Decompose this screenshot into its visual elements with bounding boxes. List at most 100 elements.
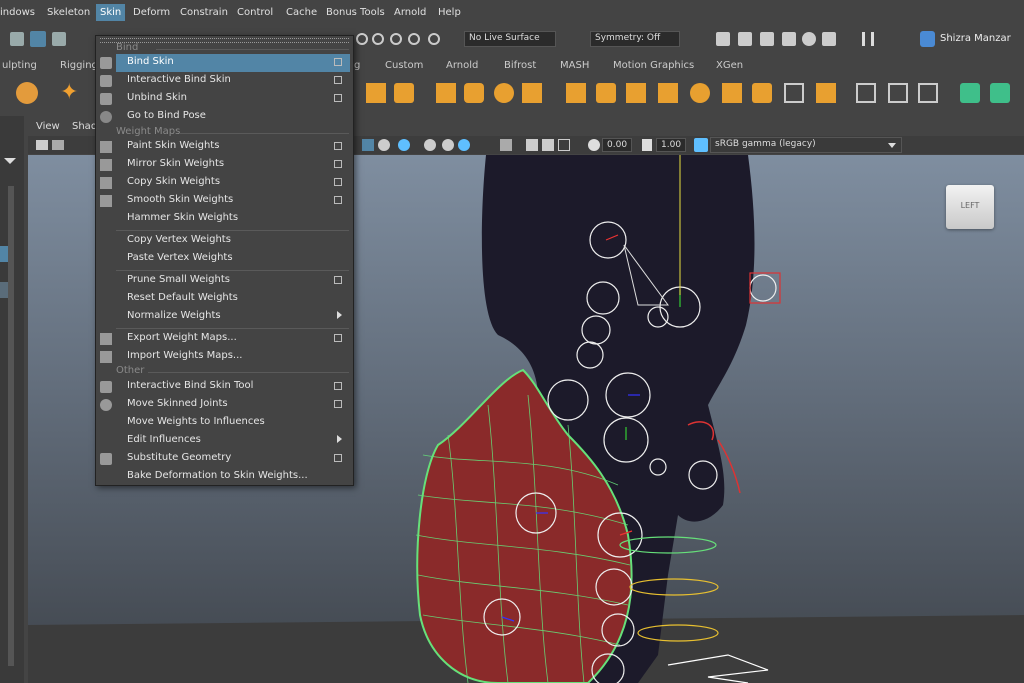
menu-item-unbind-skin[interactable]: Unbind Skin xyxy=(100,90,350,108)
pause-icon[interactable] xyxy=(862,32,874,46)
grid-icon[interactable] xyxy=(500,139,512,151)
gamma-icon[interactable] xyxy=(642,139,652,151)
tool-selected-marker[interactable] xyxy=(0,246,8,262)
render-view-icon[interactable] xyxy=(822,32,836,46)
menu-item-move-weights-to-influences[interactable]: Move Weights to Influences xyxy=(116,414,350,432)
menu-item-interactive-bind-skin-tool[interactable]: Interactive Bind Skin Tool xyxy=(100,378,350,396)
view-cube[interactable]: LEFT xyxy=(946,185,994,229)
snap-curve-icon[interactable] xyxy=(372,33,384,45)
hypershade-icon[interactable] xyxy=(802,32,816,46)
option-box-icon[interactable] xyxy=(334,160,342,168)
shelf-star-icon[interactable]: ✦ xyxy=(60,82,82,104)
shelf-ik-icon[interactable] xyxy=(394,83,414,103)
option-box-icon[interactable] xyxy=(334,454,342,462)
gate-mask-icon[interactable] xyxy=(558,139,570,151)
isolate-icon[interactable] xyxy=(424,139,436,151)
select-object-icon[interactable] xyxy=(30,31,46,47)
menu-item-copy-vertex-weights[interactable]: Copy Vertex Weights xyxy=(116,232,350,250)
menu-deform[interactable]: Deform xyxy=(133,7,170,18)
option-box-icon[interactable] xyxy=(334,276,342,284)
shelf-tab-custom[interactable]: Custom xyxy=(385,60,423,71)
snap-surface-icon[interactable] xyxy=(428,33,440,45)
menu-windows[interactable]: indows xyxy=(0,7,35,18)
option-box-icon[interactable] xyxy=(334,58,342,66)
lighting-icon[interactable] xyxy=(398,139,410,151)
shelf-tab-bifrost[interactable]: Bifrost xyxy=(504,60,536,71)
menu-item-bind-skin[interactable]: Bind Skin xyxy=(100,54,350,72)
menu-item-smooth-skin-weights[interactable]: Smooth Skin Weights xyxy=(100,192,350,210)
menu-item-paint-skin-weights[interactable]: Paint Skin Weights xyxy=(100,138,350,156)
ambient-occlusion-icon[interactable] xyxy=(458,139,470,151)
snap-view-icon[interactable] xyxy=(408,33,420,45)
user-name[interactable]: Shizra Manzar xyxy=(940,33,1011,44)
menu-skin[interactable]: Skin xyxy=(96,4,126,21)
select-component-icon[interactable] xyxy=(52,32,66,46)
tool-marker[interactable] xyxy=(0,282,8,298)
menu-item-export-weight-maps[interactable]: Export Weight Maps... xyxy=(100,330,350,348)
exposure-icon[interactable] xyxy=(588,139,600,151)
menu-control[interactable]: Control xyxy=(237,7,273,18)
menu-item-bake-deformation[interactable]: Bake Deformation to Skin Weights... xyxy=(116,468,350,486)
tool-dropdown-icon[interactable] xyxy=(4,158,16,164)
menu-bonus-tools[interactable]: Bonus Tools xyxy=(326,7,385,18)
shelf-orient-icon[interactable] xyxy=(596,83,616,103)
ipr-render-icon[interactable] xyxy=(760,32,774,46)
shelf-tab-arnold[interactable]: Arnold xyxy=(446,60,478,71)
shelf-wrap-icon[interactable] xyxy=(816,83,836,103)
shadow-icon[interactable] xyxy=(442,139,454,151)
menu-item-prune-small-weights[interactable]: Prune Small Weights xyxy=(116,272,350,290)
option-box-icon[interactable] xyxy=(334,400,342,408)
shelf-tab-xgen[interactable]: XGen xyxy=(716,60,743,71)
color-management-icon[interactable] xyxy=(694,138,708,152)
menu-item-interactive-bind-skin[interactable]: Interactive Bind Skin xyxy=(100,72,350,90)
resolution-gate-icon[interactable] xyxy=(542,139,554,151)
menu-item-substitute-geometry[interactable]: Substitute Geometry xyxy=(100,450,350,468)
exposure-field[interactable]: 0.00 xyxy=(602,138,632,152)
menu-item-reset-default-weights[interactable]: Reset Default Weights xyxy=(116,290,350,308)
xray-icon[interactable] xyxy=(378,139,390,151)
option-box-icon[interactable] xyxy=(334,196,342,204)
menu-item-go-to-bind-pose[interactable]: Go to Bind Pose xyxy=(100,108,350,126)
shelf-sphere-icon[interactable] xyxy=(16,82,38,104)
menu-item-copy-skin-weights[interactable]: Copy Skin Weights xyxy=(100,174,350,192)
menu-skeleton[interactable]: Skeleton xyxy=(47,7,90,18)
shelf-green2-icon[interactable] xyxy=(990,83,1010,103)
shelf-bind-icon[interactable] xyxy=(436,83,456,103)
shelf-constraint-icon[interactable] xyxy=(494,83,514,103)
render-icon[interactable] xyxy=(716,32,730,46)
color-space-dropdown[interactable]: sRGB gamma (legacy) xyxy=(710,137,902,153)
viewport-menu-shading[interactable]: Shad xyxy=(72,121,97,132)
shelf-parent-icon[interactable] xyxy=(522,83,542,103)
menu-item-hammer-skin-weights[interactable]: Hammer Skin Weights xyxy=(116,210,350,228)
shelf-lattice-icon[interactable] xyxy=(752,83,772,103)
option-box-icon[interactable] xyxy=(334,76,342,84)
menu-cache[interactable]: Cache xyxy=(286,7,317,18)
menu-item-mirror-skin-weights[interactable]: Mirror Skin Weights xyxy=(100,156,350,174)
user-icon[interactable] xyxy=(920,31,935,47)
shelf-tab-partial[interactable]: g xyxy=(354,60,360,71)
hud-icon[interactable] xyxy=(526,139,538,151)
render-sequence-icon[interactable] xyxy=(738,32,752,46)
menu-item-paste-vertex-weights[interactable]: Paste Vertex Weights xyxy=(116,250,350,268)
render-settings-icon[interactable] xyxy=(782,32,796,46)
option-box-icon[interactable] xyxy=(334,94,342,102)
shelf-tab-motion-graphics[interactable]: Motion Graphics xyxy=(613,60,694,71)
shelf-scale-icon[interactable] xyxy=(626,83,646,103)
select-hierarchy-icon[interactable] xyxy=(10,32,24,46)
shelf-green-icon[interactable] xyxy=(960,83,980,103)
gamma-field[interactable]: 1.00 xyxy=(656,138,686,152)
viewport-menu-view[interactable]: View xyxy=(36,121,60,132)
shelf-box-icon[interactable] xyxy=(784,83,804,103)
symmetry-dropdown[interactable]: Symmetry: Off xyxy=(590,31,680,47)
shelf-paint-weights-icon[interactable] xyxy=(464,83,484,103)
film-gate-icon[interactable] xyxy=(52,140,64,150)
shelf-cluster-icon[interactable] xyxy=(722,83,742,103)
shelf-aim-icon[interactable] xyxy=(658,83,678,103)
menu-item-move-skinned-joints[interactable]: Move Skinned Joints xyxy=(100,396,350,414)
shelf-tab-mash[interactable]: MASH xyxy=(560,60,589,71)
option-box-icon[interactable] xyxy=(334,178,342,186)
shelf-bracket-icon[interactable] xyxy=(888,83,908,103)
shelf-joint-icon[interactable] xyxy=(366,83,386,103)
menu-item-import-weight-maps[interactable]: Import Weights Maps... xyxy=(100,348,350,366)
menu-arnold[interactable]: Arnold xyxy=(394,7,426,18)
